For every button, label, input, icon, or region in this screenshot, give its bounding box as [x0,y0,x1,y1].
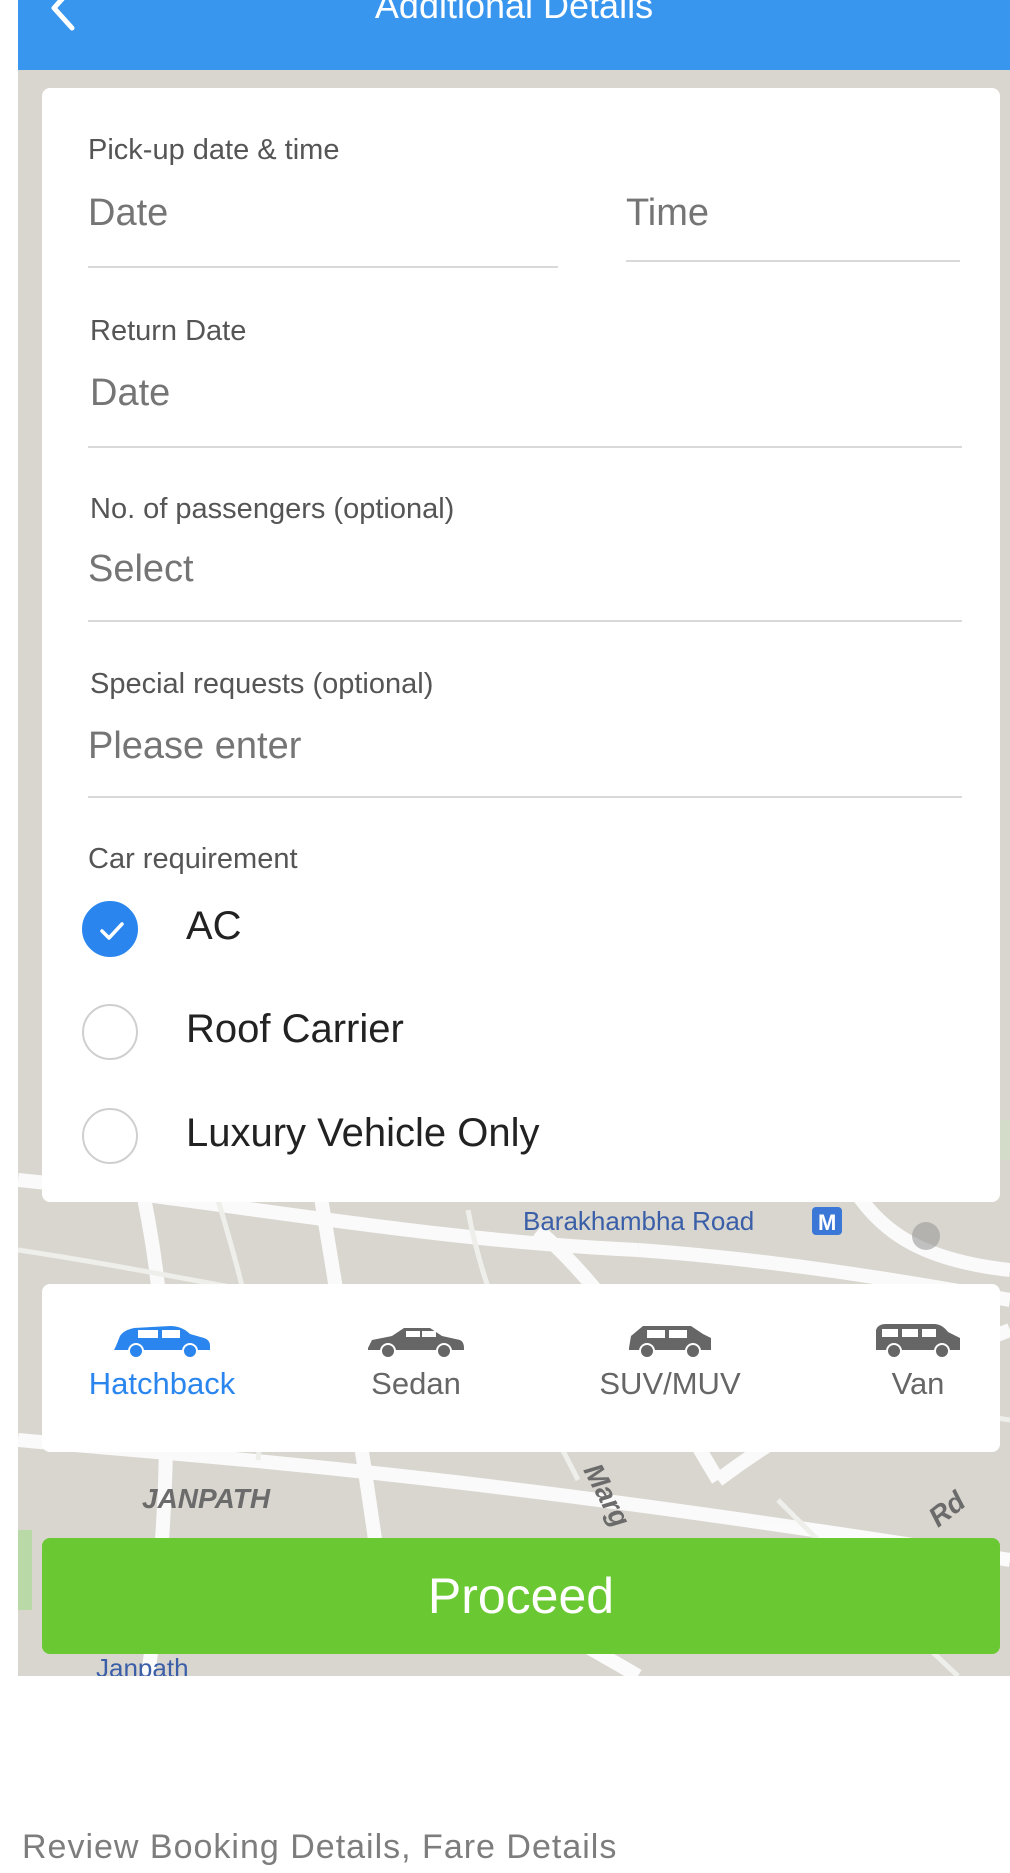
return-date-label: Return Date [90,315,247,347]
proceed-button[interactable]: Proceed [42,1538,1000,1654]
option-luxury-vehicle-label: Luxury Vehicle Only [186,1111,540,1155]
suv-car-icon [629,1326,711,1359]
vehicle-option-hatchback[interactable]: Hatchback [62,1320,262,1430]
pickup-time-input[interactable] [626,188,960,238]
sedan-car-icon [368,1328,464,1359]
pickup-time-underline [626,260,960,262]
return-date-input[interactable] [90,368,960,418]
vehicle-type-selector: Hatchback Sedan SUV/MUV Van [42,1284,1000,1452]
special-requests-underline [88,796,962,798]
option-ac-label: AC [186,904,242,948]
map-label-janpath-area: JANPATH [142,1483,271,1514]
passengers-select[interactable] [88,544,962,594]
metro-badge-barakhamba: M [818,1210,836,1235]
vehicle-option-van[interactable]: Van [818,1320,1010,1430]
checkbox-checked[interactable] [82,901,138,957]
app-bar: Additional Details [18,0,1010,70]
pickup-label: Pick-up date & time [88,134,340,166]
checkbox-unchecked[interactable] [82,1108,138,1164]
pickup-date-input[interactable] [88,188,558,238]
page-title: Additional Details [374,0,654,26]
map-label-janpath-station: Janpath [96,1653,189,1676]
option-roof-carrier-label: Roof Carrier [186,1007,404,1051]
passengers-underline [88,620,962,622]
pickup-date-underline [88,266,558,268]
vehicle-label-van: Van [891,1366,945,1401]
phone-screen: Barakhambha Road M JANPATH Marg Rd Janpa… [18,0,1010,1676]
screen-caption: Review Booking Details, Fare Details [22,1828,618,1866]
additional-details-form: Pick-up date & time Return Date No. of p… [42,88,1000,1202]
vehicle-option-suv[interactable]: SUV/MUV [570,1320,770,1430]
hatchback-car-icon [114,1326,210,1359]
vehicle-option-sedan[interactable]: Sedan [316,1320,516,1430]
special-requests-label: Special requests (optional) [90,668,434,700]
return-date-underline [88,446,962,448]
checkmark-icon [100,922,124,940]
passengers-label: No. of passengers (optional) [90,493,455,525]
vehicle-label-sedan: Sedan [371,1366,461,1401]
option-ac[interactable]: AC [42,896,1000,966]
vehicle-label-suv: SUV/MUV [599,1366,741,1401]
map-label-barakhamba: Barakhambha Road [523,1206,754,1236]
car-requirement-label: Car requirement [88,843,298,875]
option-luxury-vehicle[interactable]: Luxury Vehicle Only [42,1103,1000,1173]
option-roof-carrier[interactable]: Roof Carrier [42,999,1000,1069]
vehicle-label-hatchback: Hatchback [88,1366,236,1401]
van-icon [876,1324,960,1359]
checkbox-unchecked[interactable] [82,1004,138,1060]
special-requests-input[interactable] [88,721,962,771]
